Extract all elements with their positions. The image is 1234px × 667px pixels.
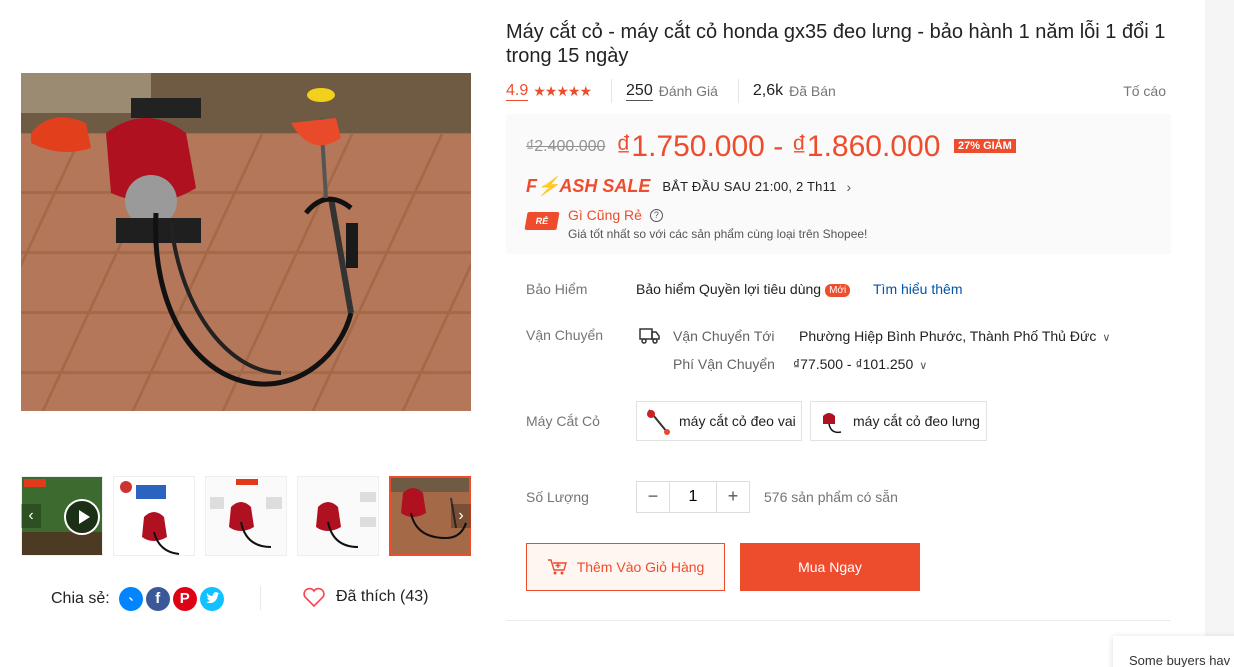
- ship-fee-label: Phí Vận Chuyển: [673, 356, 775, 372]
- ship-to-label: Vận Chuyển Tới: [673, 328, 775, 344]
- ship-fee-value: ₫77.500 - ₫101.250: [793, 356, 914, 372]
- ship-fee-dropdown[interactable]: ₫77.500 - ₫101.250 ∨: [793, 356, 927, 372]
- truck-icon: [639, 328, 660, 344]
- quantity-input[interactable]: [669, 482, 717, 512]
- thumbnail-strip: ‹ ›: [21, 476, 471, 556]
- sold-count: 2,6k: [752, 82, 784, 99]
- buyers-popup[interactable]: Some buyers hav: [1113, 636, 1234, 667]
- flash-sale-banner[interactable]: F⚡ASH SALE BẮT ĐẦU SAU 21:00, 2 Th11 ›: [526, 176, 851, 197]
- share-bar: Chia sẻ: f P: [51, 586, 224, 612]
- heart-icon: [303, 587, 325, 608]
- thumbnail-3[interactable]: [205, 476, 287, 556]
- price-box: ₫2.400.000 ₫1.750.000 - ₫1.860.000 27% G…: [506, 114, 1171, 254]
- insurance-text: Bảo hiểm Quyền lợi tiêu dùng: [636, 281, 822, 297]
- chevron-down-icon: ∨: [919, 360, 928, 372]
- section-divider: [506, 620, 1171, 621]
- cheap-guarantee-title[interactable]: Gì Cũng Rẻ ?: [568, 207, 663, 223]
- add-to-cart-label: Thêm Vào Giỏ Hàng: [576, 559, 705, 575]
- sold-label: Đã Bán: [789, 83, 836, 99]
- new-badge: Mới: [825, 284, 851, 297]
- cheap-badge-icon: RẺ: [524, 212, 560, 230]
- flash-sale-logo: F⚡ASH SALE: [526, 176, 651, 196]
- insurance-value: Bảo hiểm Quyền lợi tiêu dùng Mới: [636, 281, 851, 297]
- thumbnail-4[interactable]: [297, 476, 379, 556]
- messenger-icon[interactable]: [118, 587, 143, 611]
- stock-text: 576 sản phẩm có sẵn: [764, 489, 898, 505]
- increase-quantity-button[interactable]: +: [717, 482, 749, 512]
- product-card: ‹ › Chia sẻ: f P Đã thích (43) Máy cắt c…: [0, 0, 1205, 667]
- add-to-cart-button[interactable]: Thêm Vào Giỏ Hàng: [526, 543, 725, 591]
- thumbnail-2[interactable]: [113, 476, 195, 556]
- variant-option-backpack[interactable]: máy cắt cỏ đeo lưng: [810, 401, 987, 441]
- like-button[interactable]: Đã thích (43): [302, 586, 428, 608]
- flash-sale-time: BẮT ĐẦU SAU 21:00, 2 Th11: [662, 179, 837, 194]
- variant-option-label: máy cắt cỏ đeo vai: [679, 413, 796, 429]
- current-price: ₫1.750.000 - ₫1.860.000: [616, 130, 941, 163]
- thumbnail-prev-button[interactable]: ‹: [21, 504, 41, 528]
- play-video-icon[interactable]: [64, 499, 100, 535]
- reviews-label: Đánh Giá: [658, 83, 718, 99]
- main-product-image[interactable]: [21, 73, 471, 411]
- variant-label: Máy Cắt Cỏ: [526, 413, 600, 429]
- shipping-label: Vận Chuyển: [526, 327, 604, 343]
- divider: [737, 79, 739, 103]
- chevron-right-icon: ›: [846, 178, 852, 195]
- report-link[interactable]: Tố cáo: [1123, 83, 1166, 99]
- variant-option-label: máy cắt cỏ đeo lưng: [853, 413, 980, 429]
- facebook-icon[interactable]: f: [145, 587, 170, 611]
- discount-badge: 27% GIẢM: [954, 139, 1016, 153]
- insurance-label: Bảo Hiểm: [526, 281, 588, 297]
- buy-now-button[interactable]: Mua Ngay: [740, 543, 920, 591]
- decrease-quantity-button[interactable]: −: [637, 482, 669, 512]
- reviews-count[interactable]: 250: [626, 82, 653, 101]
- product-title: Máy cắt cỏ - máy cắt cỏ honda gx35 đeo l…: [506, 21, 1166, 67]
- variant-option-shoulder[interactable]: máy cắt cỏ đeo vai: [636, 401, 802, 441]
- quantity-label: Số Lượng: [526, 489, 589, 505]
- thumbnail-next-button[interactable]: ›: [451, 504, 471, 528]
- ship-to-value: Phường Hiệp Bình Phước, Thành Phố Thủ Đứ…: [799, 328, 1097, 344]
- share-like-divider: [260, 586, 261, 610]
- divider: [611, 79, 613, 103]
- cheap-guarantee-subtitle: Giá tốt nhất so với các sản phẩm cùng lo…: [568, 227, 868, 241]
- cart-icon: [547, 559, 567, 575]
- quantity-stepper: − +: [636, 481, 750, 513]
- rating-row: 4.9 ★★★★★ 250 Đánh Giá 2,6k Đã Bán Tố cá…: [506, 78, 1166, 104]
- variant-thumbnail: [823, 413, 842, 434]
- star-rating-icon: ★★★★★: [533, 82, 592, 99]
- pinterest-icon[interactable]: P: [172, 587, 197, 611]
- original-price: ₫2.400.000: [526, 138, 606, 155]
- variant-thumbnail: [647, 409, 670, 435]
- ship-to-dropdown[interactable]: Phường Hiệp Bình Phước, Thành Phố Thủ Đứ…: [799, 328, 1110, 344]
- help-icon[interactable]: ?: [649, 208, 663, 222]
- liked-count: Đã thích (43): [336, 588, 429, 605]
- share-label: Chia sẻ:: [51, 590, 110, 607]
- rating-value[interactable]: 4.9: [506, 82, 529, 101]
- twitter-icon[interactable]: [199, 587, 224, 611]
- chevron-down-icon: ∨: [1102, 332, 1111, 344]
- cheap-guarantee-label: Gì Cũng Rẻ: [568, 207, 642, 223]
- learn-more-link[interactable]: Tìm hiểu thêm: [873, 281, 962, 297]
